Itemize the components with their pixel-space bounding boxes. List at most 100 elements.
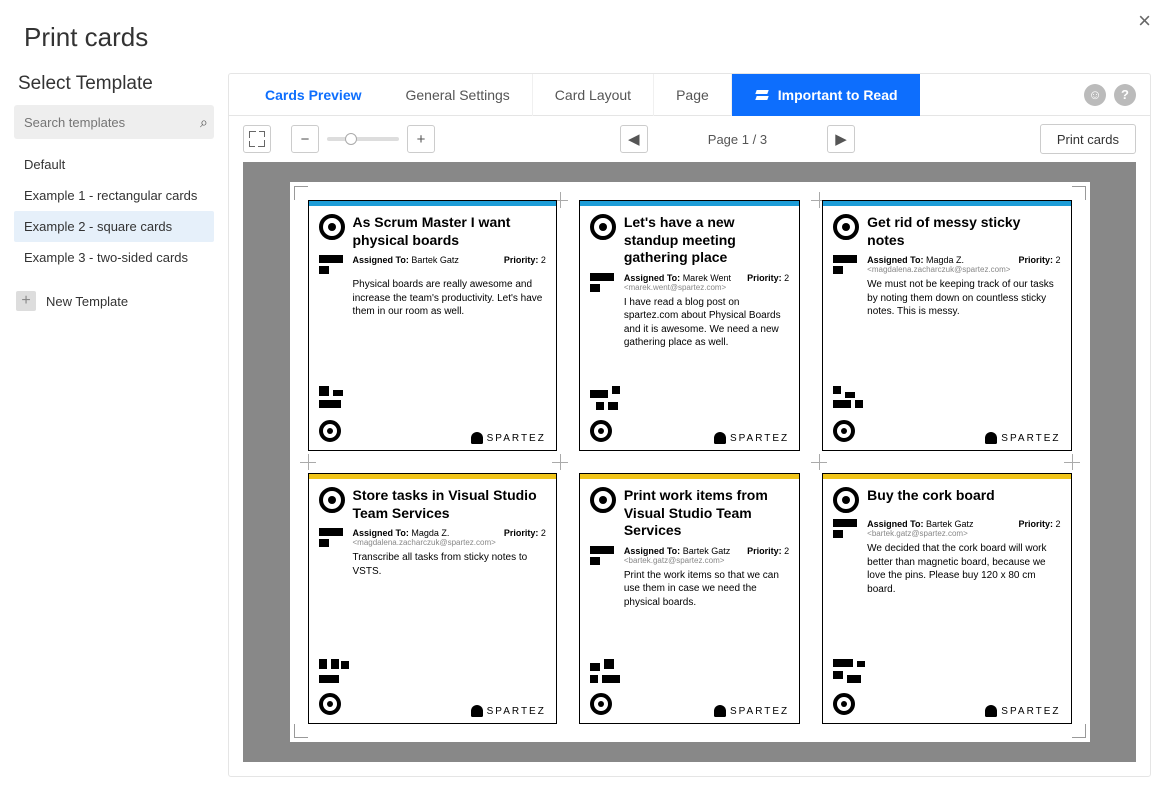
assignee-glyph bbox=[833, 255, 859, 274]
crop-mark bbox=[294, 724, 308, 738]
fullscreen-icon bbox=[249, 131, 265, 147]
page-sheet: As Scrum Master I want physical boardsAs… bbox=[290, 182, 1090, 742]
preview-toolbar: − + ◀ Page 1 / 3 ▶ Print cards bbox=[229, 116, 1150, 162]
target-icon bbox=[590, 487, 616, 513]
card-description: Transcribe all tasks from sticky notes t… bbox=[353, 551, 546, 578]
tab-general[interactable]: General Settings bbox=[384, 74, 533, 116]
card: Let's have a new standup meeting gatheri… bbox=[579, 200, 800, 451]
tab-label: Card Layout bbox=[555, 87, 631, 103]
print-cards-button[interactable]: Print cards bbox=[1040, 124, 1136, 154]
smiley-icon[interactable]: ☺ bbox=[1084, 84, 1106, 106]
brand-label: SPARTEZ bbox=[985, 705, 1060, 717]
next-page-button[interactable]: ▶ bbox=[827, 125, 855, 153]
assigned-to: Assigned To: Magda Z. bbox=[867, 255, 1010, 265]
help-icon[interactable]: ? bbox=[1114, 84, 1136, 106]
card-description: Physical boards are really awesome and i… bbox=[353, 278, 546, 319]
helmet-icon bbox=[471, 432, 483, 444]
close-icon[interactable]: × bbox=[1138, 8, 1151, 34]
zoom-in-button[interactable]: + bbox=[407, 125, 435, 153]
assignee-email: <magdalena.zacharczuk@spartez.com> bbox=[353, 538, 496, 547]
card: Print work items from Visual Studio Team… bbox=[579, 473, 800, 724]
tab-label: Cards Preview bbox=[265, 87, 362, 103]
search-input[interactable] bbox=[24, 115, 200, 130]
assignee-email: <bartek.gatz@spartez.com> bbox=[867, 529, 1010, 538]
assignee-email: <marek.went@spartez.com> bbox=[624, 283, 739, 292]
card-title: Get rid of messy sticky notes bbox=[867, 214, 1060, 249]
tab-label: General Settings bbox=[406, 87, 510, 103]
new-template-button[interactable]: + New Template bbox=[14, 283, 214, 319]
target-icon bbox=[590, 693, 612, 715]
template-item[interactable]: Example 3 - two-sided cards bbox=[14, 242, 214, 273]
card-title: Let's have a new standup meeting gatheri… bbox=[624, 214, 789, 267]
priority: Priority: 2 bbox=[1018, 255, 1060, 265]
priority: Priority: 2 bbox=[747, 546, 789, 556]
main-panel: Cards Preview General Settings Card Layout… bbox=[228, 73, 1151, 777]
tab-label: Page bbox=[676, 87, 709, 103]
crop-mark bbox=[1072, 724, 1086, 738]
target-icon bbox=[833, 214, 859, 240]
tab-layout[interactable]: Card Layout bbox=[533, 74, 654, 116]
zoom-slider[interactable] bbox=[327, 137, 399, 141]
preview-area: As Scrum Master I want physical boardsAs… bbox=[243, 162, 1136, 762]
assigned-to: Assigned To: Bartek Gatz bbox=[867, 519, 1010, 529]
page-indicator: Page 1 / 3 bbox=[708, 132, 767, 147]
card: As Scrum Master I want physical boardsAs… bbox=[308, 200, 557, 451]
fullscreen-button[interactable] bbox=[243, 125, 271, 153]
helmet-icon bbox=[714, 705, 726, 717]
card-description: We decided that the cork board will work… bbox=[867, 542, 1060, 596]
template-item[interactable]: Example 2 - square cards bbox=[14, 211, 214, 242]
assignee-glyph bbox=[590, 546, 616, 565]
card: Get rid of messy sticky notes Assigned To… bbox=[822, 200, 1071, 451]
priority: Priority: 2 bbox=[504, 255, 546, 265]
brand-label: SPARTEZ bbox=[714, 432, 789, 444]
target-icon bbox=[319, 214, 345, 240]
template-list: DefaultExample 1 - rectangular cardsExam… bbox=[14, 149, 214, 273]
new-template-label: New Template bbox=[46, 294, 128, 309]
tab-page[interactable]: Page bbox=[654, 74, 732, 116]
card-description: We must not be keeping track of our task… bbox=[867, 278, 1060, 319]
tab-important[interactable]: Important to Read bbox=[732, 74, 920, 116]
helmet-icon bbox=[985, 705, 997, 717]
assignee-email: <bartek.gatz@spartez.com> bbox=[624, 556, 739, 565]
barcode-icon bbox=[319, 659, 353, 687]
helmet-icon bbox=[471, 705, 483, 717]
card-title: Store tasks in Visual Studio Team Servic… bbox=[353, 487, 546, 522]
tabs-bar: Cards Preview General Settings Card Layout… bbox=[229, 74, 1150, 116]
template-item[interactable]: Example 1 - rectangular cards bbox=[14, 180, 214, 211]
target-icon bbox=[590, 420, 612, 442]
card: Store tasks in Visual Studio Team Servic… bbox=[308, 473, 557, 724]
assignee-glyph bbox=[833, 519, 859, 538]
target-icon bbox=[590, 214, 616, 240]
target-icon bbox=[833, 487, 859, 513]
assignee-glyph bbox=[590, 273, 616, 292]
search-templates-box[interactable]: ⌕ bbox=[14, 105, 214, 139]
target-icon bbox=[319, 693, 341, 715]
brand-label: SPARTEZ bbox=[471, 432, 546, 444]
barcode-icon bbox=[590, 386, 624, 414]
brand-label: SPARTEZ bbox=[471, 705, 546, 717]
slider-thumb[interactable] bbox=[345, 133, 357, 145]
assignee-glyph bbox=[319, 255, 345, 274]
helmet-icon bbox=[714, 432, 726, 444]
template-item[interactable]: Default bbox=[14, 149, 214, 180]
target-icon bbox=[319, 487, 345, 513]
priority: Priority: 2 bbox=[1018, 519, 1060, 529]
card: Buy the cork boardAssigned To: Bartek Ga… bbox=[822, 473, 1071, 724]
page-title: Print cards bbox=[0, 0, 1165, 73]
priority: Priority: 2 bbox=[747, 273, 789, 283]
tab-preview[interactable]: Cards Preview bbox=[243, 74, 384, 116]
tab-label: Important to Read bbox=[778, 87, 898, 103]
barcode-icon bbox=[833, 659, 867, 687]
brand-label: SPARTEZ bbox=[985, 432, 1060, 444]
prev-page-button[interactable]: ◀ bbox=[620, 125, 648, 153]
assignee-email: <magdalena.zacharczuk@spartez.com> bbox=[867, 265, 1010, 274]
card-description: Print the work items so that we can use … bbox=[624, 569, 789, 610]
priority: Priority: 2 bbox=[504, 528, 546, 538]
card-description: I have read a blog post on spartez.com a… bbox=[624, 296, 789, 350]
zoom-out-button[interactable]: − bbox=[291, 125, 319, 153]
assignee-glyph bbox=[319, 528, 345, 547]
target-icon bbox=[319, 420, 341, 442]
target-icon bbox=[833, 693, 855, 715]
search-icon: ⌕ bbox=[200, 114, 208, 131]
assigned-to: Assigned To: Bartek Gatz bbox=[624, 546, 739, 556]
